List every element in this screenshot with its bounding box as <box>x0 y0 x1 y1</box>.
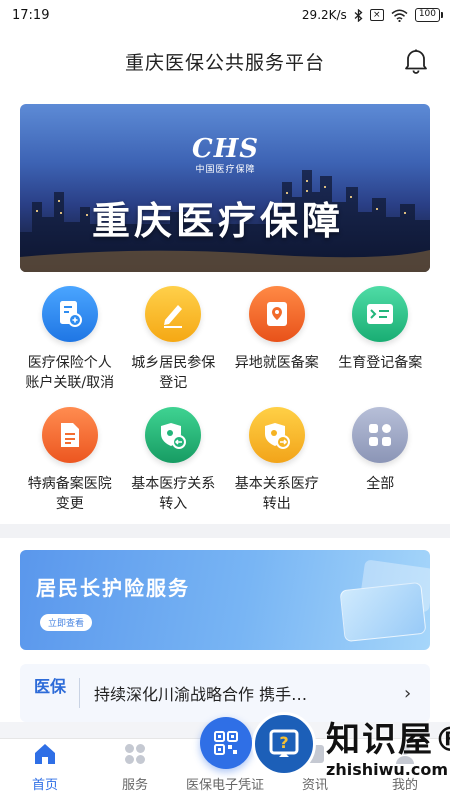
section-divider <box>0 524 450 538</box>
service-special-disease-hospital[interactable]: 特病备案医院变更 <box>18 407 122 514</box>
service-account-link[interactable]: 医疗保险个人账户关联/取消 <box>18 286 122 393</box>
promo-section: 居民长护险服务 立即查看 医保 持续深化川渝战略合作 携手… › <box>0 538 450 722</box>
service-label: 医疗保险个人账户关联/取消 <box>25 355 115 391</box>
service-transfer-out[interactable]: 基本关系医疗转出 <box>225 407 329 514</box>
service-label: 城乡居民参保登记 <box>131 355 216 391</box>
account-link-icon <box>41 286 98 342</box>
service-transfer-in[interactable]: 基本医疗关系转入 <box>122 407 226 514</box>
tab-services[interactable]: 服务 <box>90 739 180 800</box>
id-card-icon <box>352 286 409 342</box>
location-icon <box>248 286 305 342</box>
page-title: 重庆医保公共服务平台 <box>124 51 325 74</box>
service-birth-registration[interactable]: 生育登记备案 <box>329 286 433 393</box>
watermark-logo-icon: ? <box>252 712 316 776</box>
wifi-icon <box>391 9 408 22</box>
shield-in-icon <box>145 407 202 463</box>
tab-home[interactable]: 首页 <box>0 739 90 800</box>
qr-code-icon[interactable] <box>200 717 252 769</box>
card-decoration <box>339 581 427 643</box>
service-label: 特病备案医院变更 <box>27 476 112 512</box>
service-resident-registration[interactable]: 城乡居民参保登记 <box>122 286 226 393</box>
svg-text:?: ? <box>279 733 288 752</box>
network-speed: 29.2K/s <box>301 8 347 22</box>
battery-indicator: 100 <box>414 8 444 22</box>
edit-icon <box>145 286 202 342</box>
banner-title: 重庆医疗保障 <box>92 199 345 243</box>
main-content: CHS 中国医疗保障 重庆医疗保障 医疗保险个人账户关联/取消 城乡居民参保登记… <box>0 92 450 524</box>
view-now-button[interactable]: 立即查看 <box>40 614 93 631</box>
news-tag: 医保 <box>20 678 80 708</box>
service-label: 异地就医备案 <box>234 355 319 371</box>
shield-out-icon <box>248 407 305 463</box>
chs-logo: CHS 中国医疗保障 <box>192 134 260 175</box>
status-bar: 17:19 29.2K/s × 100 <box>0 0 450 30</box>
sim-off-icon: × <box>369 9 384 21</box>
service-offsite-medical[interactable]: 异地就医备案 <box>225 286 329 393</box>
services-icon <box>123 743 147 769</box>
home-icon <box>33 743 57 769</box>
service-all[interactable]: 全部 <box>329 407 433 514</box>
hero-banner[interactable]: CHS 中国医疗保障 重庆医疗保障 <box>20 104 430 272</box>
long-term-care-banner[interactable]: 居民长护险服务 立即查看 <box>20 550 430 650</box>
service-label: 全部 <box>366 476 395 492</box>
ltc-title: 居民长护险服务 <box>36 576 190 600</box>
watermark-url: zhishiwu.com <box>326 760 448 779</box>
document-icon <box>41 407 98 463</box>
notification-bell-icon[interactable] <box>404 48 428 78</box>
service-label: 生育登记备案 <box>338 355 423 371</box>
watermark: ? 知识屋® zhishiwu.com <box>250 700 450 800</box>
status-icons: 29.2K/s × 100 <box>301 8 444 22</box>
grid-icon <box>352 407 409 463</box>
bluetooth-icon <box>354 8 363 22</box>
service-label: 基本关系医疗转出 <box>234 476 319 512</box>
service-label: 基本医疗关系转入 <box>131 476 216 512</box>
status-time: 17:19 <box>12 7 50 23</box>
watermark-brand: 知识屋® <box>326 720 450 760</box>
service-grid: 医疗保险个人账户关联/取消 城乡居民参保登记 异地就医备案 生育登记备案 特病备… <box>0 272 450 524</box>
app-header: 重庆医保公共服务平台 <box>0 30 450 92</box>
